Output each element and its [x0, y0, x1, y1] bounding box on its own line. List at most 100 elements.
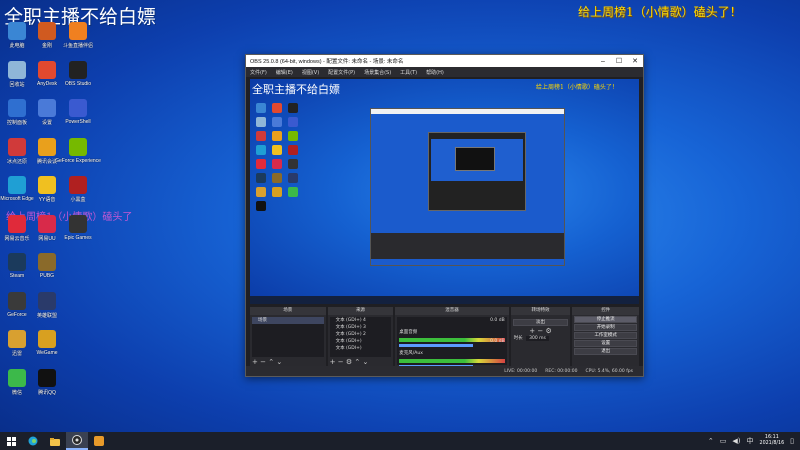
menu-file[interactable]: 文件(F) — [250, 69, 267, 76]
add-icon[interactable]: + — [252, 358, 258, 366]
desktop-icon[interactable]: PowerShell — [63, 95, 93, 134]
network-icon[interactable]: ▭ — [720, 437, 727, 445]
duration-input[interactable]: 300 ms — [526, 336, 549, 341]
desktop-icon[interactable]: 此电脑 — [2, 18, 32, 57]
obs-preview[interactable]: 全职主播不给白嫖 给上周榜1（小情歌）磕头了！ — [250, 79, 639, 304]
chevron-down-icon[interactable]: ⌄ — [362, 358, 368, 366]
pubg-icon — [38, 253, 56, 271]
clock[interactable]: 16:11 2021/8/16 — [760, 435, 785, 447]
menu-edit[interactable]: 编辑(E) — [276, 69, 293, 76]
desktop-icon[interactable]: 英雄联盟 — [32, 288, 62, 327]
input-language[interactable]: 中 — [747, 436, 754, 446]
qq-icon — [38, 368, 56, 387]
scenes-dock-title: 场景 — [250, 307, 326, 315]
transition-select[interactable]: 淡出 — [512, 319, 569, 326]
desktop-icon[interactable]: GeForce — [2, 288, 32, 327]
stop-streaming-button[interactable]: 停止推流 — [574, 316, 638, 323]
desktop-icon[interactable]: 网易UU — [32, 211, 62, 250]
desktop-icon-label: 小黑盒 — [70, 197, 86, 203]
preview-icon — [288, 131, 298, 141]
desktop-icon[interactable]: 小黑盒 — [63, 172, 93, 211]
desktop-icon[interactable]: YY语音 — [32, 172, 62, 211]
geforce-icon — [8, 291, 26, 310]
menu-scene-collection[interactable]: 场景集合(S) — [364, 69, 391, 76]
start-button[interactable] — [0, 432, 22, 450]
chevron-down-icon[interactable]: ⌄ — [276, 358, 282, 366]
desktop-icon[interactable]: 冰点还原 — [2, 134, 32, 173]
chevron-up-icon[interactable]: ⌃ — [354, 358, 360, 366]
source-item[interactable]: 文本 (GDI+) 4 — [330, 317, 392, 324]
add-icon[interactable]: + — [529, 327, 535, 335]
cpu-status: CPU: 5.4%, 60.00 fps — [585, 368, 634, 374]
menu-view[interactable]: 视图(V) — [302, 69, 319, 76]
menu-tools[interactable]: 工具(T) — [400, 69, 417, 76]
maximize-icon[interactable]: ☐ — [611, 57, 627, 65]
minimize-icon[interactable]: – — [595, 58, 611, 65]
taskbar-app[interactable] — [88, 432, 110, 450]
desktop-icon[interactable]: 腾讯QQ — [32, 365, 62, 404]
start-recording-button[interactable]: 开始录制 — [574, 324, 638, 331]
studio-mode-button[interactable]: 工作室模式 — [574, 332, 638, 339]
remove-icon[interactable]: − — [537, 327, 543, 335]
add-icon[interactable]: + — [330, 358, 336, 366]
desktop-icon[interactable]: 腾讯会议 — [32, 134, 62, 173]
volume-icon[interactable]: ◀) — [732, 437, 740, 445]
audio-meter — [399, 359, 505, 363]
scenes-list[interactable]: 场景 — [252, 317, 324, 357]
remove-icon[interactable]: − — [338, 358, 344, 366]
desktop-icon[interactable]: 金刚 — [32, 18, 62, 57]
taskbar-obs[interactable] — [66, 432, 88, 450]
obs-window[interactable]: OBS 25.0.8 (64-bit, windows) - 配置文件: 未命名… — [245, 54, 644, 377]
desktop-icon[interactable]: 斗鱼直播伴侣 — [63, 18, 93, 57]
taskbar-edge[interactable] — [22, 432, 44, 450]
settings-button[interactable]: 设置 — [574, 340, 638, 347]
preview-overlay-title: 全职主播不给白嫖 — [252, 83, 340, 96]
gear-icon[interactable]: ⚙ — [346, 358, 352, 366]
desktop-icon[interactable]: OBS Studio — [63, 57, 93, 96]
source-item[interactable]: 文本 (GDI+) — [330, 338, 392, 345]
source-item[interactable]: 文本 (GDI+) — [330, 345, 392, 352]
desktop-icon[interactable]: AnyDesk — [32, 57, 62, 96]
preview-overlay-thanks: 给上周榜1（小情歌）磕头了！ — [536, 84, 618, 91]
desktop-icon[interactable]: 回收站 — [2, 57, 32, 96]
desktop-icon-label: 冰点还原 — [6, 158, 27, 165]
desktop-icon[interactable]: 设置 — [32, 95, 62, 134]
desktop-icon[interactable]: Microsoft Edge — [0, 172, 34, 211]
desktop-icon[interactable]: 微信 — [2, 365, 32, 404]
nested-obs-capture — [370, 108, 565, 266]
obs-titlebar[interactable]: OBS 25.0.8 (64-bit, windows) - 配置文件: 未命名… — [246, 55, 643, 67]
desktop-icons-col1: 此电脑 回收站 控制面板冰点还原 Microsoft Edge 网易云音乐 Steam Ge… — [0, 18, 34, 404]
scene-item[interactable]: 场景 — [252, 317, 324, 324]
notification-icon[interactable]: ▯ — [790, 437, 794, 445]
preview-icon — [256, 173, 266, 183]
desktop-icon[interactable]: 控制面板 — [2, 95, 32, 134]
source-item[interactable]: 文本 (GDI+) 3 — [330, 324, 392, 331]
desktop-icon[interactable]: WeGame — [32, 326, 62, 365]
preview-icon — [272, 159, 282, 169]
desktop-icon[interactable]: Steam — [2, 249, 32, 288]
source-item[interactable]: 文本 (GDI+) 2 — [330, 331, 392, 338]
desktop-icon[interactable]: GeForce Experience — [55, 134, 101, 173]
taskbar-explorer[interactable] — [44, 432, 66, 450]
menu-help[interactable]: 帮助(H) — [426, 69, 444, 76]
preview-icon — [272, 187, 282, 197]
close-icon[interactable]: ✕ — [627, 57, 643, 65]
desktop-icon[interactable]: Epic Games — [63, 211, 93, 250]
music-icon — [8, 214, 26, 233]
desktop-icon[interactable]: 迅雷 — [2, 326, 32, 365]
desktop-icon-label: PUBG — [39, 273, 55, 279]
menu-profile[interactable]: 配置文件(P) — [328, 69, 355, 76]
scenes-dock-controls: + − ⌃ ⌄ — [252, 358, 282, 366]
desktop-icon[interactable]: PUBG — [32, 249, 62, 288]
desktop-icon[interactable]: 网易云音乐 — [2, 211, 32, 250]
obs-docks: 场景 场景 + − ⌃ ⌄ 来源 文本 (GDI+) 4 文本 (GDI+) 3… — [250, 307, 640, 368]
chevron-up-icon[interactable]: ⌃ — [708, 437, 714, 445]
computer-icon — [8, 22, 26, 40]
desktop-icon-label: 设置 — [41, 120, 52, 126]
chevron-up-icon[interactable]: ⌃ — [268, 358, 274, 366]
remove-icon[interactable]: − — [260, 358, 266, 366]
sources-list[interactable]: 文本 (GDI+) 4 文本 (GDI+) 3 文本 (GDI+) 2 文本 (… — [329, 317, 392, 357]
exit-button[interactable]: 退出 — [574, 348, 638, 355]
preview-icon — [272, 131, 282, 141]
gear-icon[interactable]: ⚙ — [545, 327, 551, 335]
